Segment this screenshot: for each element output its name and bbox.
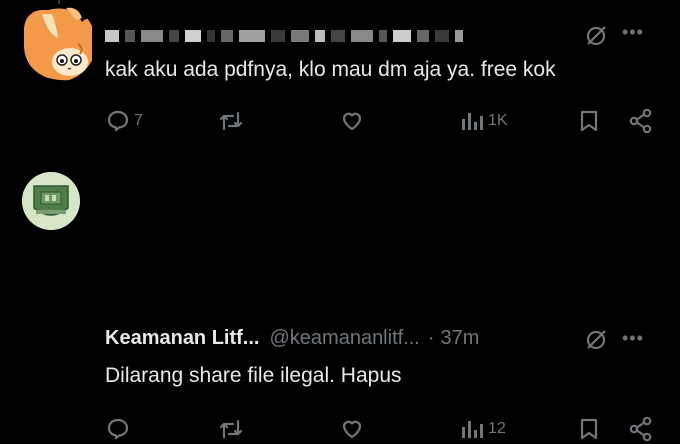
views-count: 12 xyxy=(488,420,506,437)
grok-icon[interactable] xyxy=(584,328,608,352)
retweet-button[interactable] xyxy=(218,106,244,136)
retweet-button[interactable] xyxy=(218,414,244,444)
timestamp[interactable]: 37m xyxy=(441,327,480,350)
redacted-author xyxy=(105,30,469,42)
views-icon xyxy=(460,109,484,133)
action-bar: 12 xyxy=(0,414,680,444)
views-button[interactable]: 12 xyxy=(460,414,506,444)
grok-icon[interactable] xyxy=(584,24,608,48)
like-button[interactable] xyxy=(340,414,364,444)
reply-tweet[interactable]: ••• kak aku ada pdfnya, klo mau dm aja y… xyxy=(0,0,680,150)
retweet-icon xyxy=(218,109,244,133)
handle[interactable]: @keamananlitf... xyxy=(269,327,419,350)
more-icon[interactable]: ••• xyxy=(622,22,644,43)
tweet-text: kak aku ada pdfnya, klo mau dm aja ya. f… xyxy=(105,58,556,81)
avatar[interactable] xyxy=(22,172,80,230)
bookmark-button[interactable] xyxy=(578,106,600,136)
reply-count: 7 xyxy=(134,112,143,129)
action-bar: 7 1K xyxy=(0,106,680,136)
separator-dot: · xyxy=(427,326,435,349)
retweet-icon xyxy=(218,417,244,441)
reply-button[interactable] xyxy=(106,414,130,444)
main-tweet[interactable]: Keamanan Litf... @keamananlitf... · 37m … xyxy=(0,152,680,442)
author-header: Keamanan Litf... @keamananlitf... · 37m xyxy=(105,326,479,350)
reply-icon xyxy=(106,109,130,133)
author-header-redacted xyxy=(105,24,469,48)
like-icon xyxy=(340,417,364,441)
like-icon xyxy=(340,109,364,133)
bookmark-icon xyxy=(578,417,600,441)
like-button[interactable] xyxy=(340,106,364,136)
share-button[interactable] xyxy=(628,414,654,444)
views-button[interactable]: 1K xyxy=(460,106,508,136)
more-icon[interactable]: ••• xyxy=(622,328,644,349)
avatar[interactable] xyxy=(18,4,96,82)
bookmark-icon xyxy=(578,109,600,133)
reply-button[interactable]: 7 xyxy=(106,106,143,136)
share-icon xyxy=(628,416,654,442)
display-name[interactable]: Keamanan Litf... xyxy=(105,327,259,350)
share-button[interactable] xyxy=(628,106,654,136)
bookmark-button[interactable] xyxy=(578,414,600,444)
tweet-text: Dilarang share file ilegal. Hapus xyxy=(105,364,402,387)
reply-icon xyxy=(106,417,130,441)
share-icon xyxy=(628,108,654,134)
views-icon xyxy=(460,417,484,441)
views-count: 1K xyxy=(488,112,508,129)
